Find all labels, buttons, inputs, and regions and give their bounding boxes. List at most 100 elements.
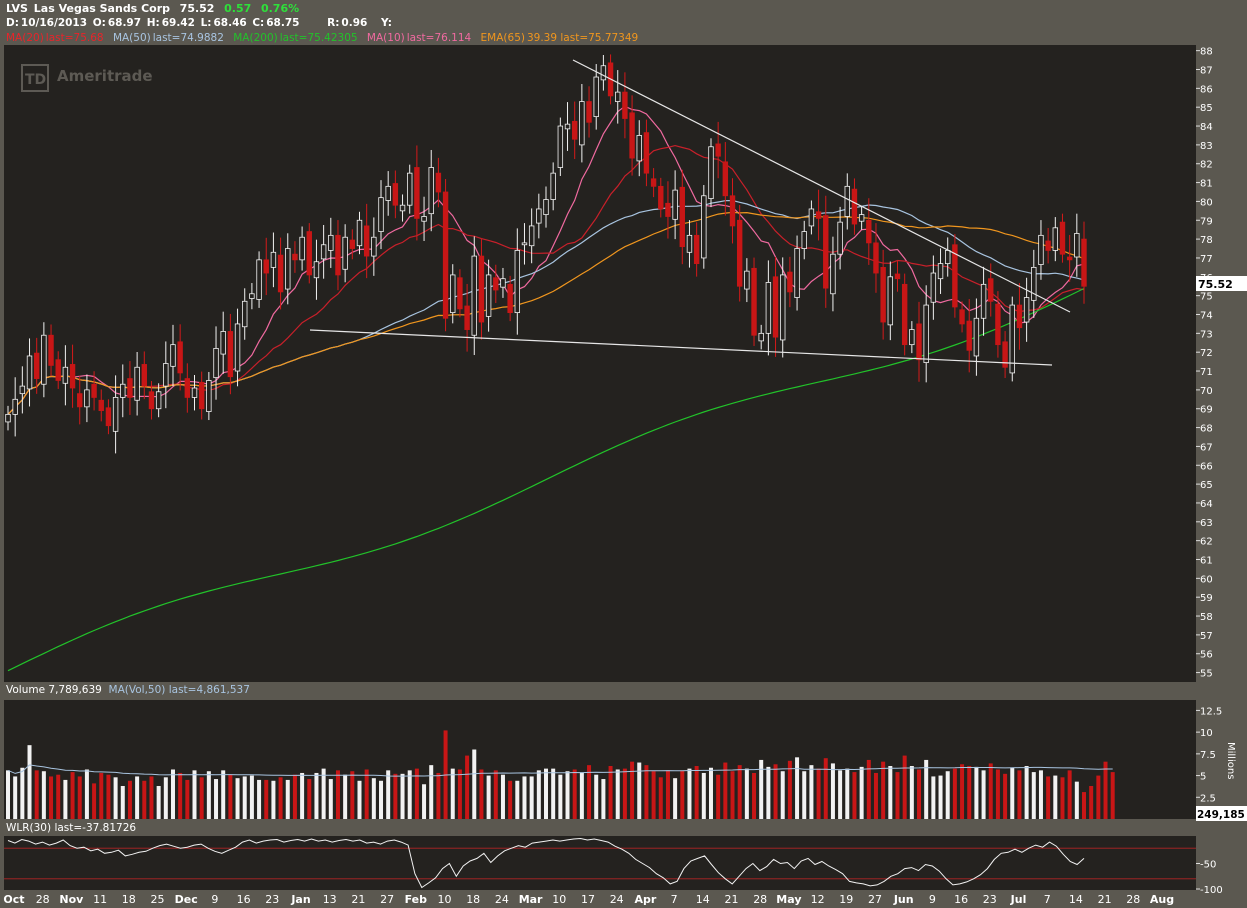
volume-bar [737, 765, 742, 819]
volume-bar [587, 765, 592, 819]
candle-body [371, 236, 377, 257]
candle-body [493, 277, 499, 291]
price-tick-label: 84 [1200, 122, 1213, 133]
candle-body [450, 274, 456, 314]
volume-bar [1024, 766, 1029, 819]
x-tick-label: Jul [1010, 893, 1027, 906]
volume-bar [787, 760, 792, 819]
volume-bar [938, 775, 943, 819]
candle-body [780, 274, 786, 341]
candle-body [385, 185, 391, 201]
logo-mark-text: TD [25, 72, 46, 88]
candle-body [815, 211, 822, 219]
volume-bar [192, 770, 197, 819]
candle-body [744, 270, 750, 290]
volume-bar [665, 770, 670, 819]
volume-bar [852, 772, 857, 819]
candle-body [91, 383, 97, 398]
candle-body [1038, 234, 1044, 265]
candle-body [256, 259, 262, 300]
candle-body [306, 231, 312, 276]
x-tick-label: 21 [725, 893, 739, 906]
volume-bar [70, 772, 75, 819]
x-tick-label: 24 [495, 893, 509, 906]
volume-bar [92, 783, 97, 819]
candle-body [134, 366, 140, 401]
candle-body [794, 248, 800, 298]
price-chart[interactable]: TD Ameritrade 55565758596061626364656667… [0, 0, 1247, 908]
price-tick-label: 83 [1200, 141, 1213, 152]
volume-tick-label: 2.5 [1200, 793, 1216, 804]
x-tick-label: 7 [1044, 893, 1051, 906]
volume-bar [981, 770, 986, 819]
candle-body [901, 283, 908, 346]
volume-bar [357, 780, 362, 819]
candle-body [643, 132, 650, 174]
volume-bar [630, 761, 635, 819]
candle-body [177, 341, 183, 374]
candle-body [198, 381, 205, 410]
candle-body [937, 263, 944, 280]
candle-body [478, 255, 485, 323]
volume-bar [321, 768, 326, 819]
volume-bar [271, 780, 276, 819]
volume-bar [120, 785, 125, 819]
price-tick-label: 60 [1200, 574, 1213, 585]
volume-bar [579, 772, 584, 819]
volume-bar [594, 774, 599, 819]
candle-body [851, 188, 858, 225]
volume-bar [601, 779, 606, 819]
candle-body [442, 191, 449, 319]
candle-body [313, 261, 320, 279]
volume-bar [149, 776, 154, 819]
candle-body [557, 125, 564, 168]
volume-bar [106, 774, 111, 819]
candle-body [966, 320, 972, 351]
volume-bar [1046, 776, 1051, 819]
volume-bar [888, 766, 893, 819]
volume-bar [6, 770, 10, 819]
x-tick-label: 9 [211, 893, 218, 906]
volume-bar [723, 762, 728, 819]
candle-body [163, 363, 169, 387]
volume-bar [285, 779, 290, 819]
volume-bar [1103, 761, 1108, 819]
candle-body [1031, 266, 1037, 301]
x-tick-label: 12 [811, 893, 825, 906]
candle-body [528, 225, 535, 247]
volume-bar [644, 765, 649, 819]
candle-body [873, 242, 879, 274]
volume-bar [522, 776, 527, 819]
price-tick-label: 71 [1200, 367, 1213, 378]
volume-bar [1017, 770, 1022, 819]
volume-tick-label: 5 [1200, 772, 1206, 783]
price-tick-label: 57 [1200, 631, 1213, 642]
volume-bar [235, 778, 240, 819]
candle-body [155, 391, 162, 410]
volume-bar [830, 763, 835, 819]
volume-bar [622, 768, 627, 819]
x-tick-label: Feb [405, 893, 428, 906]
candle-body [328, 234, 334, 251]
wlr-tick-label: -50 [1200, 860, 1216, 871]
candle-body [84, 389, 90, 408]
candle-body [105, 407, 112, 427]
x-tick-label: 14 [696, 893, 710, 906]
candle-body [19, 385, 26, 395]
volume-bar [422, 784, 427, 819]
volume-bar [465, 755, 470, 819]
candle-body [579, 101, 585, 146]
volume-bar [1067, 770, 1072, 819]
price-tick-label: 75 [1200, 292, 1213, 303]
candle-body [988, 278, 994, 302]
x-tick-label: 21 [351, 893, 365, 906]
candle-body [485, 274, 492, 317]
volume-bar [300, 772, 305, 819]
price-tick-label: 79 [1200, 216, 1213, 227]
price-tick-label: 65 [1200, 480, 1213, 491]
volume-bar [127, 780, 132, 819]
candle-body [909, 329, 915, 346]
volume-unit-label: Millions [1225, 742, 1236, 779]
candle-body [615, 91, 621, 102]
volume-bar [479, 769, 484, 819]
